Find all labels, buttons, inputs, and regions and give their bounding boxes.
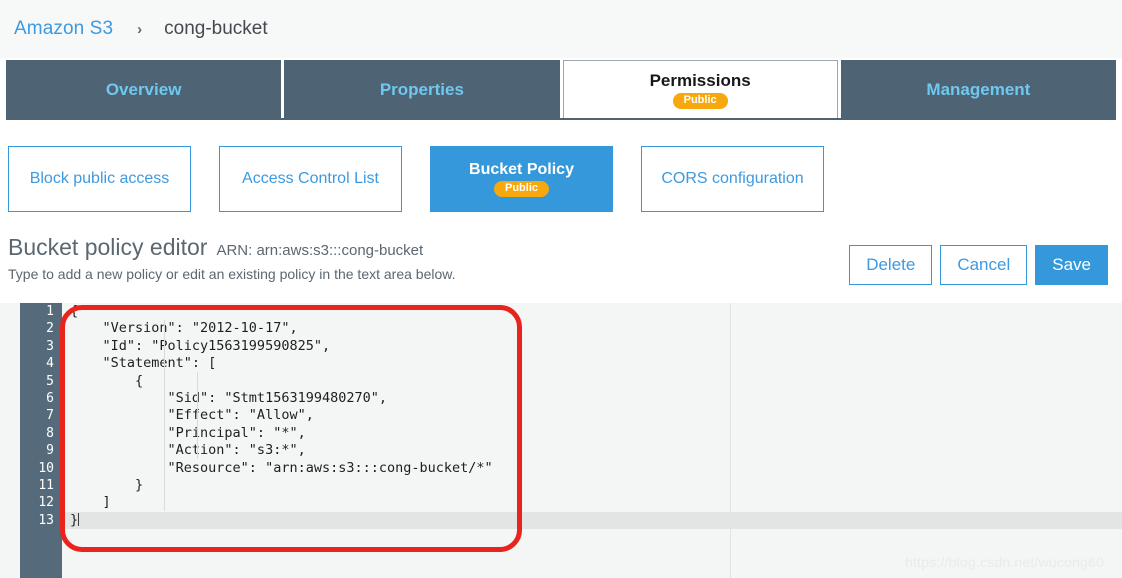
tab-bar-underline [6, 118, 1116, 120]
save-button[interactable]: Save [1035, 245, 1108, 285]
tab-properties[interactable]: Properties [284, 60, 560, 120]
permissions-subtab-bar: Block public access Access Control List … [8, 146, 824, 212]
editor-line-number: 3 [46, 338, 54, 354]
tab-permissions[interactable]: Permissions Public [562, 60, 838, 120]
editor-title-row: Bucket policy editor ARN: arn:aws:s3:::c… [8, 234, 456, 261]
editor-line-number: 4 [46, 356, 54, 372]
editor-header: Bucket policy editor ARN: arn:aws:s3:::c… [8, 234, 456, 282]
editor-action-bar: Delete Cancel Save [849, 245, 1108, 285]
subtab-block-public-access[interactable]: Block public access [8, 146, 191, 212]
editor-code-line[interactable]: "Sid": "Stmt1563199480270", [62, 390, 1122, 407]
tab-overview[interactable]: Overview [6, 60, 282, 120]
subtab-block-public-access-label: Block public access [29, 170, 170, 187]
indent-guide [197, 372, 198, 459]
subtab-bucket-policy-public-badge: Public [493, 181, 549, 197]
indent-guide [164, 320, 165, 512]
breadcrumb-separator-icon: › [137, 20, 143, 38]
subtab-access-control-list-label: Access Control List [242, 170, 379, 187]
editor-code-line[interactable]: { [62, 303, 1122, 320]
main-tab-bar: Overview Properties Permissions Public M… [0, 60, 1122, 120]
editor-line-number: 11 [38, 478, 54, 494]
breadcrumb-link-amazon-s3[interactable]: Amazon S3 [14, 18, 113, 40]
breadcrumb-current-bucket: cong-bucket [164, 18, 268, 39]
editor-line-number: 6 [46, 391, 54, 407]
subtab-bucket-policy-label: Bucket Policy [469, 161, 574, 178]
editor-code-line[interactable]: } [62, 511, 1122, 530]
editor-line-number: 12 [38, 495, 54, 511]
editor-code-line[interactable]: } [62, 477, 1122, 494]
editor-line-number: 9 [46, 443, 54, 459]
tab-permissions-public-badge: Public [672, 93, 728, 109]
editor-code-line[interactable]: "Resource": "arn:aws:s3:::cong-bucket/*" [62, 460, 1122, 477]
editor-line-number: 5 [46, 373, 54, 389]
editor-line-number: 1 [46, 304, 54, 319]
text-caret [78, 512, 80, 526]
editor-line-number-gutter: 1 2 3 4 5 6 7 8 9 10 11 12 13 [20, 303, 62, 578]
editor-code-line[interactable]: "Statement": [ [62, 355, 1122, 372]
bucket-policy-editor[interactable]: 1 2 3 4 5 6 7 8 9 10 11 12 13 { "Version": "2012-10-… [0, 303, 1122, 578]
tab-overview-label: Overview [105, 80, 182, 99]
editor-code-line[interactable]: "Principal": "*", [62, 425, 1122, 442]
subtab-access-control-list[interactable]: Access Control List [219, 146, 402, 212]
watermark-text: https://blog.csdn.net/wucong60 [904, 554, 1104, 570]
cancel-button[interactable]: Cancel [940, 245, 1028, 285]
editor-line-number: 2 [46, 321, 54, 337]
editor-code-line[interactable]: "Effect": "Allow", [62, 407, 1122, 424]
tab-management-label: Management [926, 80, 1031, 99]
editor-line-number: 10 [38, 460, 54, 476]
breadcrumb: Amazon S3 › cong-bucket [0, 0, 1122, 58]
editor-line-number: 8 [46, 425, 54, 441]
editor-subtitle: Type to add a new policy or edit an exis… [8, 266, 456, 282]
subtab-cors-configuration-label: CORS configuration [661, 170, 804, 187]
editor-code-area[interactable]: { "Version": "2012-10-17", "Id": "Policy… [62, 303, 1122, 578]
editor-line-number: 13 [38, 512, 54, 528]
subtab-cors-configuration[interactable]: CORS configuration [641, 146, 824, 212]
editor-code-line[interactable]: "Action": "s3:*", [62, 442, 1122, 459]
editor-line-number: 7 [46, 408, 54, 424]
subtab-bucket-policy[interactable]: Bucket Policy Public [430, 146, 613, 212]
tab-properties-label: Properties [379, 80, 464, 99]
tab-permissions-label: Permissions [649, 71, 751, 90]
bucket-arn-text: ARN: arn:aws:s3:::cong-bucket [216, 242, 424, 259]
page-title: Bucket policy editor [8, 234, 208, 260]
delete-button[interactable]: Delete [849, 245, 933, 285]
editor-code-line[interactable]: "Id": "Policy1563199590825", [62, 338, 1122, 355]
editor-code-line[interactable]: "Version": "2012-10-17", [62, 320, 1122, 337]
tab-management[interactable]: Management [840, 60, 1116, 120]
editor-code-line[interactable]: ] [62, 494, 1122, 511]
editor-code-line[interactable]: { [62, 373, 1122, 390]
